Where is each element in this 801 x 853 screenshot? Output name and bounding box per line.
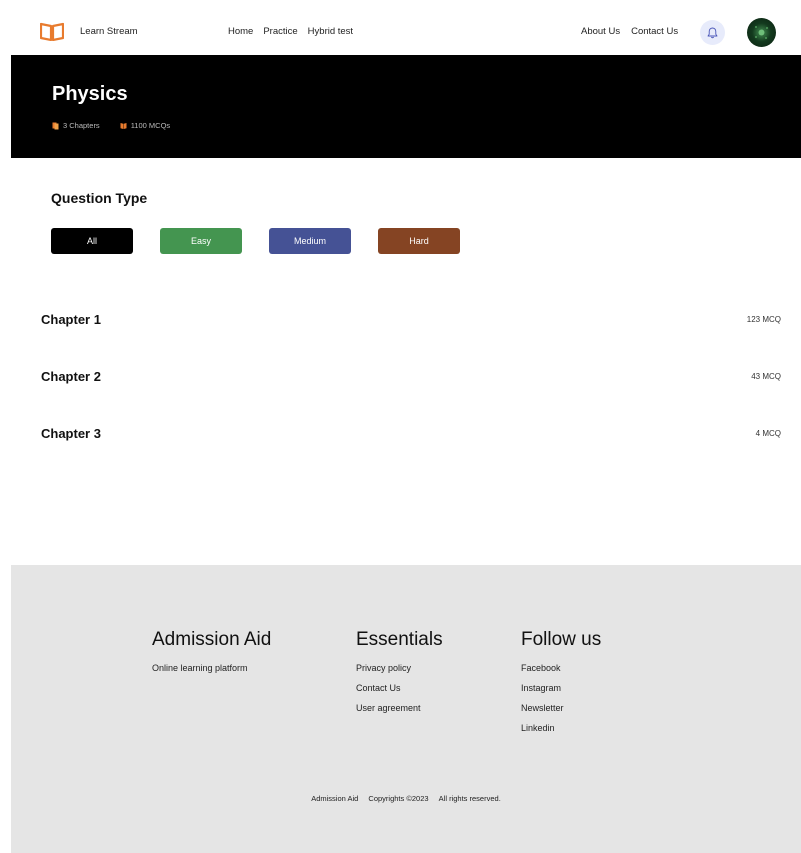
site-footer: Admission Aid Online learning platform E… <box>11 565 801 853</box>
footer-link-newsletter[interactable]: Newsletter <box>521 698 601 718</box>
copyright-brand: Admission Aid <box>311 794 359 803</box>
chapter-row-1[interactable]: Chapter 1 123 MCQ <box>41 309 781 329</box>
user-avatar[interactable] <box>747 18 776 47</box>
subject-banner: Physics 3 Chapters 1100 MCQs <box>11 55 801 158</box>
filter-easy-button[interactable]: Easy <box>160 228 242 254</box>
copyright-rights: All rights reserved. <box>438 794 501 803</box>
footer-essentials-title: Essentials <box>356 629 443 650</box>
chapter-mcq-count: 123 MCQ <box>746 314 781 324</box>
chapters-icon <box>52 122 59 129</box>
nav-link-contact-us[interactable]: Contact Us <box>631 26 678 37</box>
chapter-mcq-count: 43 MCQ <box>751 371 781 381</box>
footer-about: Admission Aid Online learning platform <box>152 629 271 678</box>
footer-link-instagram[interactable]: Instagram <box>521 678 601 698</box>
footer-link-privacy-policy[interactable]: Privacy policy <box>356 658 443 678</box>
bell-icon <box>707 27 718 38</box>
footer-tagline: Online learning platform <box>152 663 248 673</box>
footer-link-user-agreement[interactable]: User agreement <box>356 698 443 718</box>
chapter-row-3[interactable]: Chapter 3 4 MCQ <box>41 423 781 443</box>
mcq-book-icon <box>120 122 127 129</box>
chapter-name: Chapter 2 <box>41 368 101 384</box>
main-nav: Home Practice Hybrid test <box>228 26 353 37</box>
secondary-nav: About Us Contact Us <box>581 26 678 37</box>
mcq-count: 1100 MCQs <box>130 121 171 130</box>
open-book-logo-icon[interactable] <box>40 22 64 41</box>
footer-essentials: Essentials Privacy policy Contact Us Use… <box>356 629 443 718</box>
filter-medium-button[interactable]: Medium <box>269 228 351 254</box>
chapter-mcq-count: 4 MCQ <box>755 428 781 438</box>
footer-link-facebook[interactable]: Facebook <box>521 658 601 678</box>
page-title: Physics <box>52 83 128 105</box>
footer-link-linkedin[interactable]: Linkedin <box>521 718 601 738</box>
footer-brand-title: Admission Aid <box>152 629 272 650</box>
footer-social: Follow us Facebook Instagram Newsletter … <box>521 629 601 738</box>
chapters-count: 3 Chapters <box>63 121 100 130</box>
nav-link-hybrid-test[interactable]: Hybrid test <box>308 26 353 37</box>
nav-link-about-us[interactable]: About Us <box>581 26 620 37</box>
copyright-line: Admission Aid Copyrights ©2023 All right… <box>11 794 801 803</box>
chapter-name: Chapter 1 <box>41 311 101 327</box>
footer-follow-title: Follow us <box>521 629 602 650</box>
nav-link-home[interactable]: Home <box>228 26 253 37</box>
nav-link-practice[interactable]: Practice <box>263 26 297 37</box>
question-type-heading: Question Type <box>51 190 148 206</box>
chapter-row-2[interactable]: Chapter 2 43 MCQ <box>41 366 781 386</box>
top-navbar: Learn Stream Home Practice Hybrid test A… <box>0 0 801 55</box>
copyright-year: Copyrights ©2023 <box>368 794 429 803</box>
footer-link-contact-us[interactable]: Contact Us <box>356 678 443 698</box>
notifications-button[interactable] <box>700 20 725 45</box>
difficulty-filters: All Easy Medium Hard <box>51 228 460 254</box>
subject-meta: 3 Chapters 1100 MCQs <box>52 121 170 130</box>
chapter-name: Chapter 3 <box>41 425 101 441</box>
brand-name[interactable]: Learn Stream <box>80 26 138 37</box>
filter-hard-button[interactable]: Hard <box>378 228 460 254</box>
filter-all-button[interactable]: All <box>51 228 133 254</box>
